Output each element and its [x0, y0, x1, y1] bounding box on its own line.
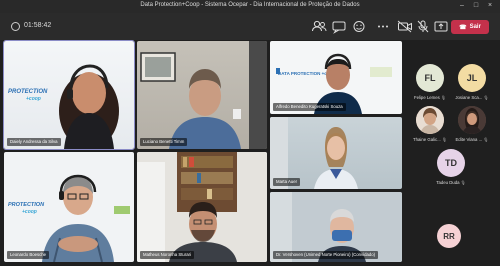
video-tile-alfredo[interactable]: DATA PROTECTION +coop Alfredo Benedito K…: [270, 41, 402, 114]
video-tile-marta[interactable]: Marta Auer: [270, 117, 402, 189]
avatar-initials: TD: [445, 158, 457, 168]
participant-name-tag: Leonardo Boesche: [7, 251, 50, 259]
participant-video-luciano: [140, 41, 267, 149]
participant-photo: [416, 106, 444, 134]
participant-label: Tadeu Duda 🎙: [436, 180, 466, 185]
participant-name-tag: Matheus Noronha Sturari: [140, 251, 195, 259]
meeting-toolbar: 01:58:42 ☎ Sair: [0, 13, 500, 40]
video-tile-leonardo[interactable]: PROTECTION +coop Leonardo Boesche: [4, 152, 134, 262]
mic-muted-icon: 🎙: [439, 95, 446, 100]
avatar-initials: JL: [466, 73, 478, 83]
participant-label: Thaine Galic... 🎙: [413, 137, 447, 142]
window-titlebar: Data Protection+Coop - Sistema Ocepar - …: [0, 0, 500, 13]
reactions-icon[interactable]: [350, 19, 368, 34]
participant-video-leonardo: [42, 174, 130, 262]
participant-photo: [458, 106, 486, 134]
participant-video-daiely: [59, 64, 119, 149]
mic-muted-icon: 🎙: [482, 95, 489, 100]
participant-name-tag: Alfredo Benedito Kugeratski Souza: [273, 103, 346, 111]
participants-panel: FL Felipe Lemes 🎙 JL Josiane Sca... 🎙 Th…: [406, 40, 500, 266]
participant-label: Josiane Sca... 🎙: [455, 95, 489, 100]
shield-icon: [11, 22, 20, 31]
camera-off-icon[interactable]: [396, 19, 414, 34]
video-tile-matheus[interactable]: Matheus Noronha Sturari: [137, 152, 267, 262]
share-screen-icon[interactable]: [432, 19, 450, 34]
participant-avatar[interactable]: JL: [458, 64, 486, 92]
participant-name-tag: Luciano Benetti Timm: [140, 138, 188, 146]
phone-icon: ☎: [459, 24, 467, 31]
video-tile-luciano[interactable]: Luciano Benetti Timm: [137, 41, 267, 149]
video-tile-vershoven[interactable]: Dr. Vershoven (Unimed Norte Pioneiro) (C…: [270, 192, 402, 262]
maximize-icon[interactable]: □: [470, 1, 482, 11]
chat-icon[interactable]: [330, 19, 348, 34]
leave-button[interactable]: ☎ Sair: [451, 20, 489, 34]
mic-muted-icon: 🎙: [459, 180, 466, 185]
avatar-initials: RR: [443, 231, 455, 241]
participant-avatar[interactable]: FL: [416, 64, 444, 92]
participant-label: Edite Viana ... 🎙: [455, 137, 489, 142]
participant-name-tag: Daiely Andressa da Silva: [7, 138, 61, 146]
mic-muted-icon: 🎙: [482, 137, 489, 142]
more-options-icon[interactable]: [374, 19, 392, 34]
participant-label: Felipe Lemes 🎙: [414, 95, 446, 100]
avatar-initials: FL: [424, 73, 436, 83]
participant-avatar[interactable]: RR: [437, 224, 461, 248]
participant-avatar-photo[interactable]: [416, 106, 444, 134]
close-icon[interactable]: ×: [484, 1, 496, 11]
participant-video-matheus: [137, 152, 267, 262]
mic-off-icon[interactable]: [414, 19, 432, 34]
participant-name-tag: Marta Auer: [273, 178, 301, 186]
meeting-timer: 01:58:42: [24, 22, 52, 29]
participant-name-tag: Dr. Vershoven (Unimed Norte Pioneiro) (C…: [273, 251, 379, 259]
video-tile-daiely[interactable]: PROTECTION +coop Daiely Andressa da Silv…: [3, 40, 135, 150]
participant-avatar[interactable]: TD: [437, 149, 465, 177]
window-title: Data Protection+Coop - Sistema Ocepar - …: [140, 2, 360, 8]
mic-muted-icon: 🎙: [440, 137, 447, 142]
participants-icon[interactable]: [310, 19, 328, 34]
leave-label: Sair: [469, 24, 481, 30]
participant-avatar-photo[interactable]: [458, 106, 486, 134]
minimize-icon[interactable]: –: [456, 1, 468, 11]
